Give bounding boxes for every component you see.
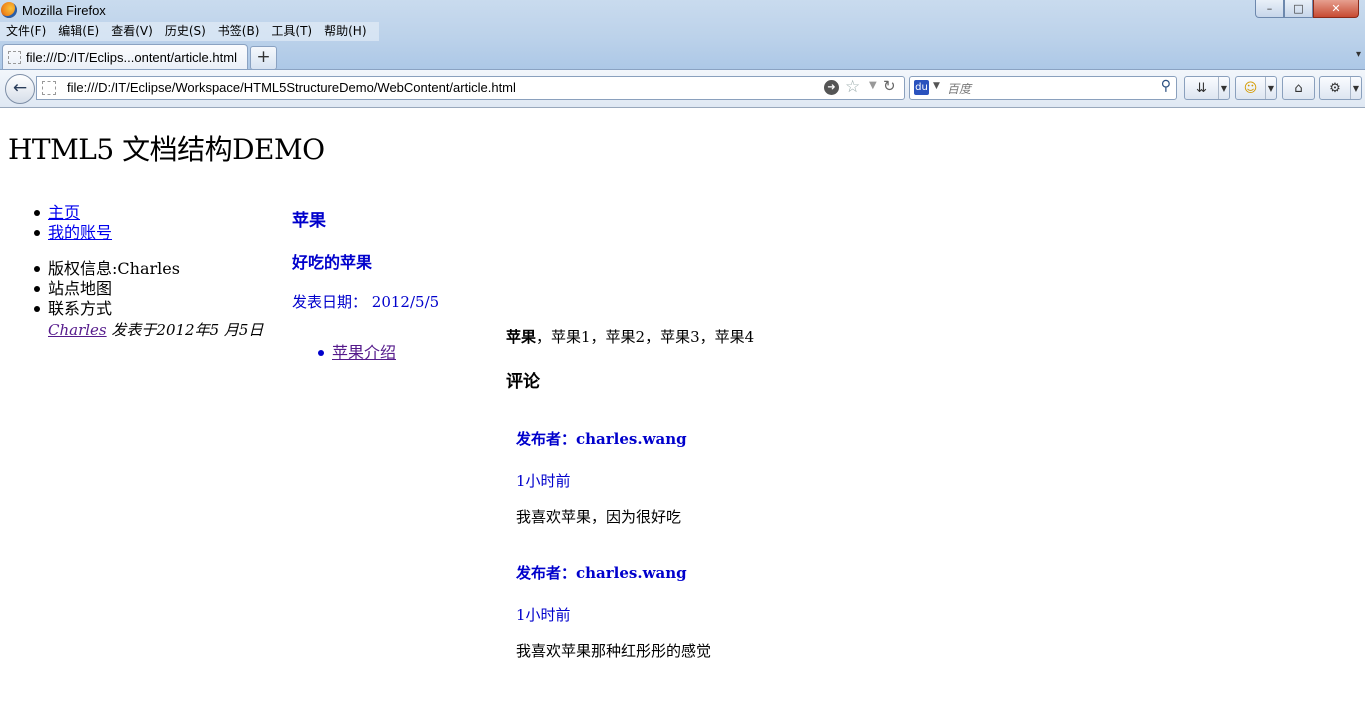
page-title: HTML5 文档结构DEMO [8, 133, 325, 166]
chevron-down-icon[interactable]: ▼ [1265, 77, 1276, 99]
url-bar[interactable]: file:///D:/IT/Eclipse/Workspace/HTML5Str… [36, 76, 905, 100]
date-label: 发表日期： [292, 293, 368, 311]
menu-tools[interactable]: 工具(T) [265, 22, 318, 41]
close-button[interactable]: ✕ [1313, 0, 1359, 18]
go-arrow-icon[interactable]: ➜ [824, 80, 839, 95]
list-all-tabs-icon[interactable]: ▾ [1356, 49, 1361, 60]
downloads-icon: ⇊ [1196, 80, 1207, 96]
menu-edit[interactable]: 编辑(E) [52, 22, 105, 41]
tab-strip: file:///D:/IT/Eclips...ontent/article.ht… [0, 43, 1365, 70]
smiley-icon: ☺ [1243, 80, 1258, 96]
tab-article[interactable]: file:///D:/IT/Eclips...ontent/article.ht… [2, 44, 248, 70]
menu-bar: 文件(F) 编辑(E) 查看(V) 历史(S) 书签(B) 工具(T) 帮助(H… [0, 22, 379, 41]
url-input[interactable]: file:///D:/IT/Eclipse/Workspace/HTML5Str… [67, 80, 516, 95]
back-button[interactable]: ← [5, 74, 35, 104]
history-dropdown-icon[interactable]: ▼ [869, 80, 877, 91]
engine-dropdown-icon[interactable]: ▼ [933, 81, 940, 91]
tools-button[interactable]: ⚙ ▼ [1319, 76, 1362, 100]
menu-view[interactable]: 查看(V) [105, 22, 159, 41]
title-bar: Mozilla Firefox – □ ✕ [0, 0, 1365, 22]
firefox-logo-icon [1, 2, 17, 18]
site-identity-icon[interactable] [42, 81, 56, 95]
baidu-engine-icon[interactable]: du [914, 80, 929, 95]
article-paragraph: 苹果，苹果1，苹果2，苹果3，苹果4 [506, 326, 754, 347]
paragraph-rest: ，苹果1，苹果2，苹果3，苹果4 [536, 328, 755, 346]
browser-chrome: Mozilla Firefox – □ ✕ 文件(F) 编辑(E) 查看(V) … [0, 0, 1365, 108]
toc-item: 苹果介绍 [316, 343, 396, 363]
maximize-button[interactable]: □ [1284, 0, 1313, 18]
toc-link-apple-intro[interactable]: 苹果介绍 [332, 343, 396, 362]
tab-title: file:///D:/IT/Eclips...ontent/article.ht… [26, 50, 237, 65]
comment-time: 1小时前 [516, 472, 571, 490]
author-link[interactable]: Charles [48, 321, 107, 339]
article-subtitle: 好吃的苹果 [292, 253, 373, 272]
menu-file[interactable]: 文件(F) [0, 22, 52, 41]
account-link[interactable]: 我的账号 [48, 223, 112, 242]
comments-heading: 评论 [506, 372, 540, 392]
comment-body: 我喜欢苹果那种红彤彤的感觉 [516, 642, 712, 660]
menu-history[interactable]: 历史(S) [159, 22, 212, 41]
gear-icon: ⚙ [1329, 80, 1341, 96]
home-icon: ⌂ [1294, 80, 1303, 96]
page-content: HTML5 文档结构DEMO 主页 我的账号 版权信息:Charles 站点地图… [0, 106, 1365, 705]
home-link[interactable]: 主页 [48, 203, 80, 222]
home-button[interactable]: ⌂ [1282, 76, 1315, 100]
addon-button[interactable]: ☺ ▼ [1235, 76, 1277, 100]
comment-author: 发布者：charles.wang [516, 564, 687, 582]
article-date: 发表日期： 2012/5/5 [292, 291, 439, 312]
article-toc: 苹果介绍 [316, 343, 396, 363]
site-nav: 主页 我的账号 [32, 203, 112, 243]
article-title: 苹果 [292, 211, 326, 231]
page-favicon-icon [8, 51, 21, 64]
byline: Charles 发表于2012年5 月5日 [48, 319, 263, 340]
sitemap-item: 站点地图 [32, 279, 180, 299]
comment-author: 发布者：charles.wang [516, 430, 687, 448]
contact-item: 联系方式 [32, 299, 180, 319]
downloads-button[interactable]: ⇊ ▼ [1184, 76, 1230, 100]
bookmark-star-icon[interactable]: ☆ [845, 77, 860, 97]
copyright-item: 版权信息:Charles [32, 259, 180, 279]
nav-item-account: 我的账号 [32, 223, 112, 243]
search-icon[interactable]: ⚲ [1161, 78, 1171, 94]
date-value: 2012/5/5 [371, 293, 440, 311]
search-input[interactable]: 百度 [947, 80, 971, 97]
comment-body: 我喜欢苹果，因为很好吃 [516, 508, 682, 526]
reload-icon[interactable]: ↻ [883, 77, 896, 95]
minimize-button[interactable]: – [1255, 0, 1284, 18]
publish-note: 发表于2012年5 月5日 [111, 321, 264, 339]
footer-list: 版权信息:Charles 站点地图 联系方式 [32, 259, 180, 319]
comment-time: 1小时前 [516, 606, 571, 624]
new-tab-button[interactable]: + [250, 46, 277, 70]
nav-item-home: 主页 [32, 203, 112, 223]
paragraph-bold: 苹果 [506, 328, 537, 346]
menu-bookmarks[interactable]: 书签(B) [212, 22, 266, 41]
window-title: Mozilla Firefox [22, 3, 106, 18]
window-controls: – □ ✕ [1255, 0, 1359, 19]
navigation-toolbar: ← file:///D:/IT/Eclipse/Workspace/HTML5S… [0, 69, 1365, 108]
menu-help[interactable]: 帮助(H) [318, 22, 372, 41]
search-bar[interactable]: du ▼ 百度 ⚲ [909, 76, 1177, 100]
chevron-down-icon[interactable]: ▼ [1218, 77, 1229, 99]
chevron-down-icon[interactable]: ▼ [1350, 77, 1361, 99]
